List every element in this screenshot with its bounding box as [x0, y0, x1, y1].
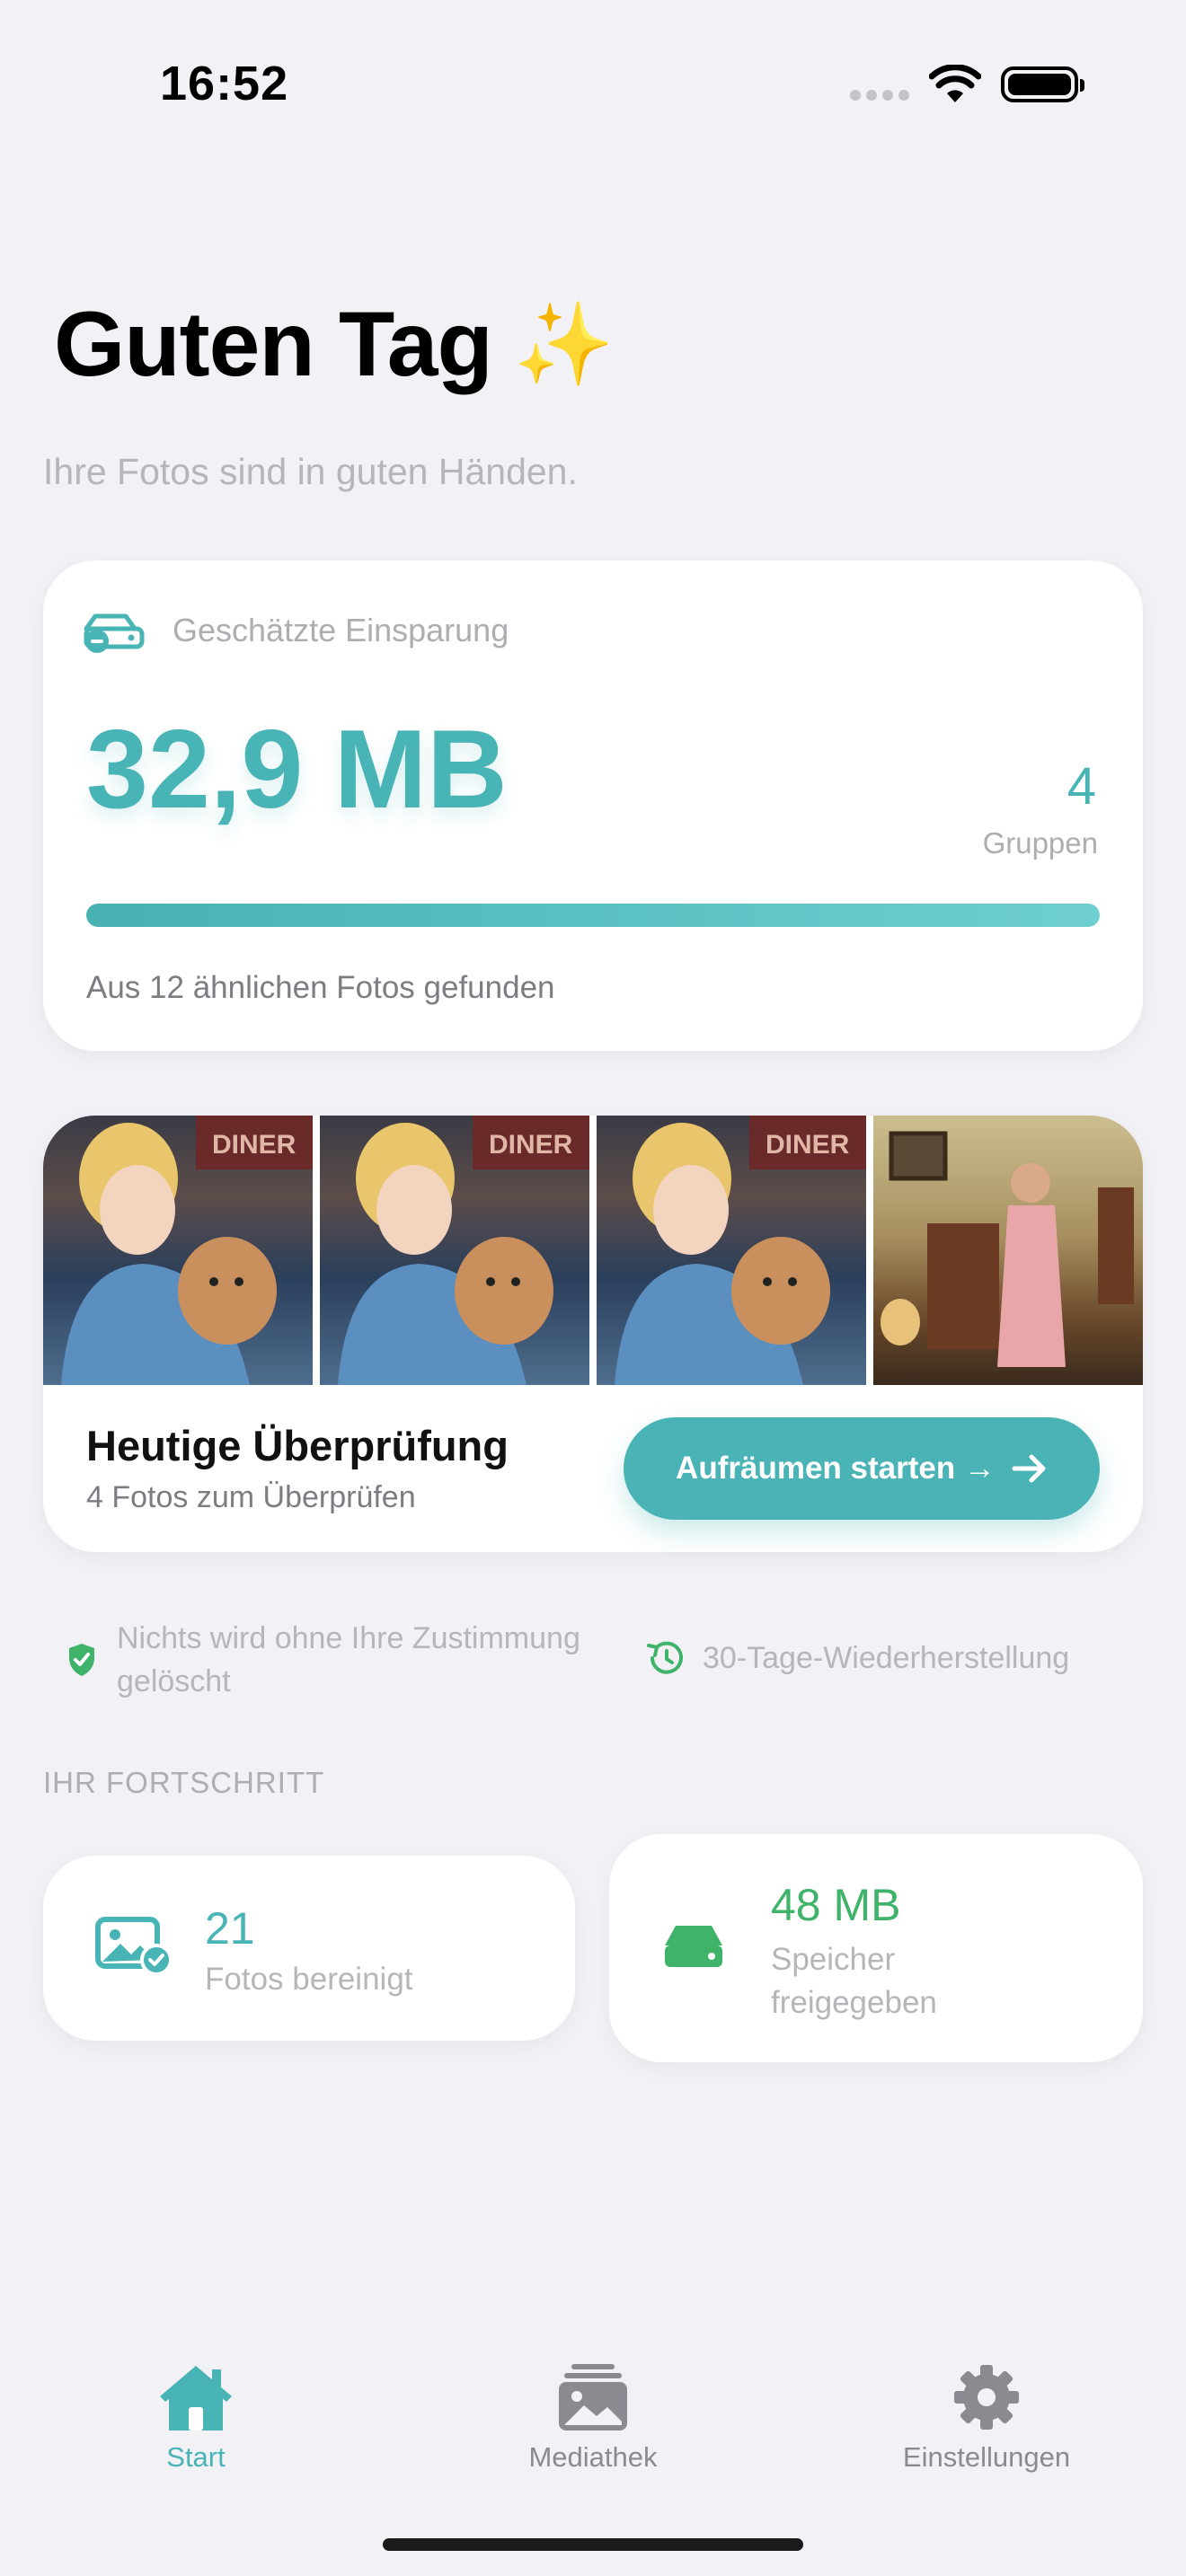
photo-thumbnail[interactable]: DINER: [320, 1116, 589, 1385]
review-subtitle: 4 Fotos zum Überprüfen: [86, 1480, 416, 1514]
savings-progress-fill: [86, 904, 1100, 927]
found-text: Aus 12 ähnlichen Fotos gefunden: [86, 970, 555, 1005]
greeting-title: Guten Tag ✨: [54, 292, 615, 397]
savings-label: Geschätzte Einsparung: [173, 612, 509, 648]
shield-check-icon: [69, 1644, 94, 1676]
photo-check-icon: [95, 1917, 173, 1981]
cellular-dots-icon: [850, 90, 909, 101]
history-icon: [647, 1641, 683, 1674]
photo-thumbnail[interactable]: [873, 1116, 1143, 1385]
no-deletion-note: Nichts wird ohne Ihre Zustimmung gelösch…: [66, 1617, 642, 1703]
status-icons: [850, 65, 1084, 104]
tab-einstellungen-label: Einstellungen: [902, 2441, 1071, 2473]
storage-freed-label: Speicher freigegeben: [771, 1942, 937, 2020]
photo-library-icon: [559, 2364, 627, 2430]
review-title: Heutige Überprüfung: [86, 1422, 509, 1469]
start-cleanup-button[interactable]: Aufräumen starten →: [624, 1417, 1100, 1520]
storage-minus-icon: [84, 613, 145, 653]
no-deletion-text: Nichts wird ohne Ihre Zustimmung gelösch…: [117, 1621, 580, 1698]
restore-note: 30-Tage-Wiederherstellung: [645, 1636, 1069, 1680]
tab-einstellungen[interactable]: Einstellungen: [852, 2362, 1121, 2474]
photos-cleaned-label: Fotos bereinigt: [205, 1962, 413, 1997]
home-indicator[interactable]: [383, 2538, 803, 2551]
greeting-text: Guten Tag: [54, 293, 493, 395]
savings-value: 32,9 MB: [86, 708, 508, 832]
review-thumbnails: DINER DINER DINER: [43, 1116, 1143, 1385]
savings-label-row: Geschätzte Einsparung: [83, 607, 509, 654]
tab-start-label: Start: [166, 2441, 226, 2473]
photo-thumbnail[interactable]: DINER: [597, 1116, 866, 1385]
groups-label: Gruppen: [982, 826, 1098, 860]
wifi-icon: [929, 65, 981, 102]
tab-start[interactable]: Start: [61, 2362, 331, 2474]
svg-text:DINER: DINER: [766, 1130, 850, 1160]
photos-cleaned-value: 21: [205, 1903, 255, 1954]
photo-thumbnail[interactable]: DINER: [43, 1116, 313, 1385]
start-cleanup-label: Aufräumen starten →: [676, 1451, 996, 1486]
battery-icon: [1001, 66, 1084, 102]
restore-text: 30-Tage-Wiederherstellung: [703, 1641, 1070, 1675]
sparkles-icon: ✨: [513, 300, 615, 390]
progress-section-header: IHR FORTSCHRITT: [43, 1766, 325, 1799]
arrow-right-icon: [1012, 1454, 1046, 1483]
svg-text:DINER: DINER: [489, 1130, 573, 1160]
hard-drive-icon: [663, 1922, 724, 1975]
status-time: 16:52: [160, 57, 289, 110]
gear-icon: [954, 2365, 1019, 2430]
storage-freed-value: 48 MB: [771, 1880, 901, 1930]
tab-mediathek-label: Mediathek: [528, 2441, 658, 2473]
home-icon: [160, 2366, 232, 2430]
savings-progress-bar: [86, 904, 1100, 927]
svg-text:DINER: DINER: [212, 1130, 296, 1160]
greeting-subtitle: Ihre Fotos sind in guten Händen.: [43, 451, 578, 492]
tab-mediathek[interactable]: Mediathek: [458, 2362, 728, 2474]
groups-count: 4: [1067, 757, 1096, 816]
